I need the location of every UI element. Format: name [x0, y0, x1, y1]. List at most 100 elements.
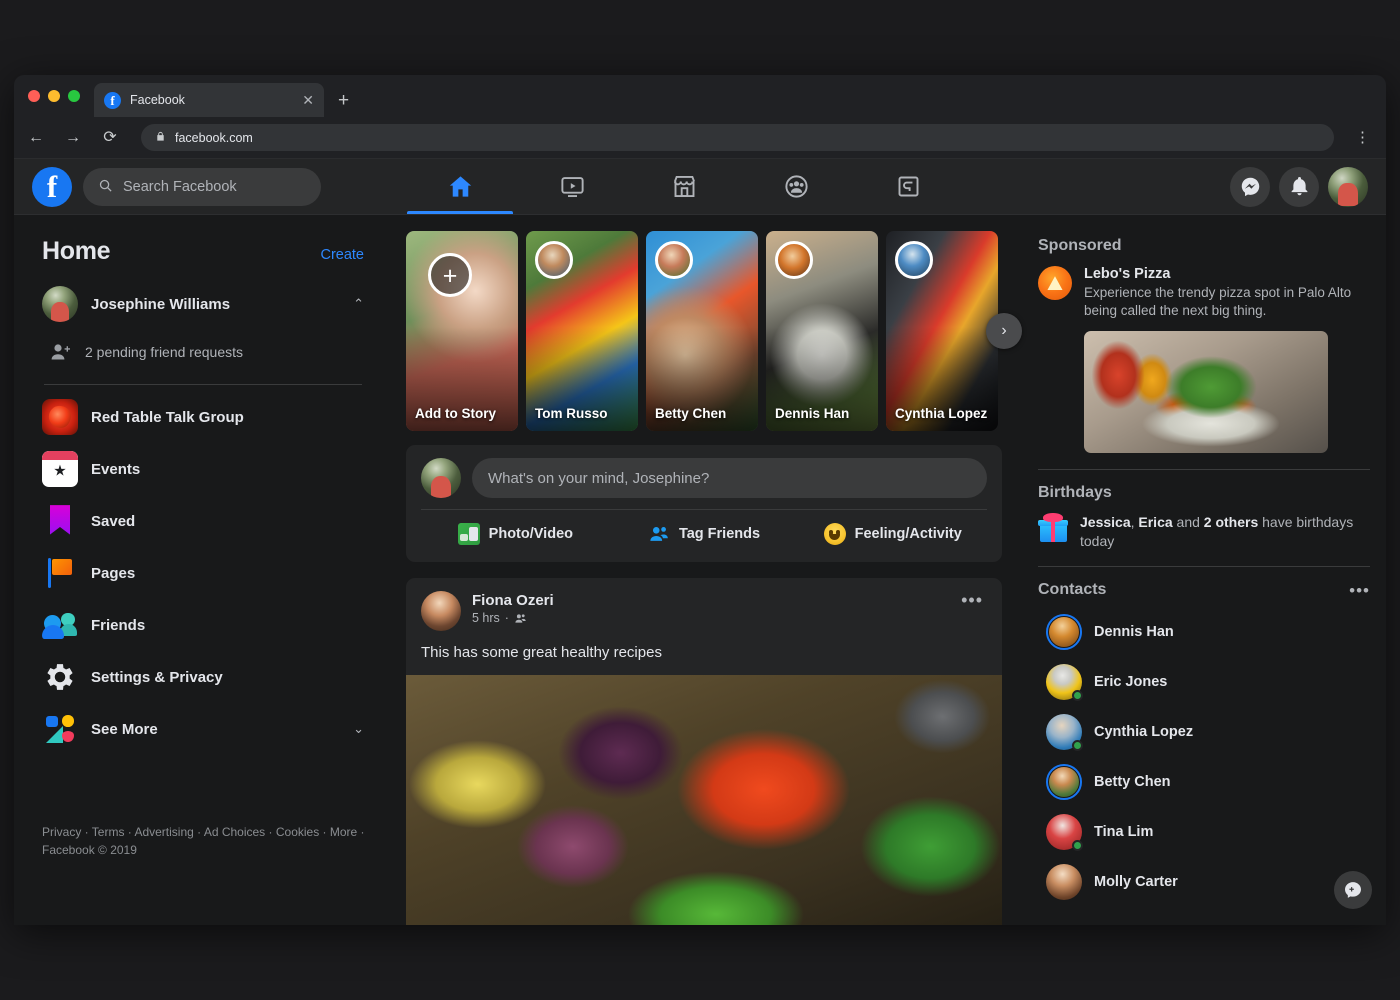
- advertiser-logo-icon: [1038, 266, 1072, 300]
- browser-tab[interactable]: f Facebook ✕: [94, 83, 324, 117]
- feeling-activity-icon: [823, 523, 846, 545]
- post-author-name[interactable]: Fiona Ozeri: [472, 592, 946, 609]
- contact-item-dennis-han[interactable]: Dennis Han: [1038, 607, 1370, 657]
- composer-input[interactable]: What's on your mind, Josephine?: [472, 458, 987, 498]
- sidebar-item-saved[interactable]: Saved: [28, 495, 378, 547]
- avatar[interactable]: [421, 591, 461, 631]
- sidebar-item-label: See More: [91, 720, 158, 738]
- birthday-and: and: [1172, 513, 1204, 530]
- sidebar-item-friend-requests[interactable]: 2 pending friend requests: [28, 330, 378, 374]
- nav-tab-watch[interactable]: [516, 159, 628, 214]
- birthdays-row[interactable]: Jessica, Erica and 2 others have birthda…: [1038, 513, 1370, 551]
- left-sidebar: Home Create Josephine Williams ⌃ 2 pendi…: [14, 215, 406, 925]
- nav-tab-groups[interactable]: [740, 159, 852, 214]
- story-card-betty-chen[interactable]: Betty Chen: [646, 231, 758, 431]
- birthday-others[interactable]: 2 others: [1204, 514, 1258, 530]
- sidebar-item-label: Friends: [91, 616, 146, 634]
- messenger-icon[interactable]: [1230, 166, 1270, 207]
- sidebar-header: Home Create: [28, 237, 378, 266]
- contact-item-eric-jones[interactable]: Eric Jones: [1038, 657, 1370, 707]
- stories-next-arrow-icon[interactable]: ›: [986, 313, 1022, 349]
- nav-tab-marketplace[interactable]: [628, 159, 740, 214]
- story-label: Dennis Han: [775, 406, 850, 422]
- sidebar-item-pages[interactable]: Pages: [28, 547, 378, 599]
- sidebar-item-red-table-talk-group[interactable]: Red Table Talk Group: [28, 391, 378, 443]
- avatar: [1046, 764, 1082, 801]
- story-card-dennis-han[interactable]: Dennis Han: [766, 231, 878, 431]
- sidebar-item-label: Red Table Talk Group: [91, 408, 244, 426]
- sidebar-item-see-more[interactable]: See More ⌄: [28, 703, 378, 755]
- story-card-cynthia-lopez[interactable]: Cynthia Lopez: [886, 231, 998, 431]
- minimize-window-button[interactable]: [48, 90, 60, 102]
- photo-video-button[interactable]: Photo/Video: [421, 514, 610, 554]
- feeling-activity-button[interactable]: Feeling/Activity: [798, 514, 987, 554]
- ad-image[interactable]: [1084, 330, 1328, 453]
- new-message-icon[interactable]: [1334, 871, 1372, 909]
- avatar: [42, 286, 78, 322]
- contact-name: Tina Lim: [1094, 824, 1154, 841]
- nav-tab-home[interactable]: [404, 159, 516, 214]
- sidebar-item-events[interactable]: ★ Events: [28, 443, 378, 495]
- notifications-bell-icon[interactable]: [1279, 166, 1319, 207]
- online-status-dot: [1072, 740, 1083, 752]
- add-story-plus-icon[interactable]: +: [428, 253, 472, 297]
- address-bar[interactable]: facebook.com: [141, 124, 1334, 151]
- post-body-text: This has some great healthy recipes: [421, 644, 662, 661]
- footer-links-text[interactable]: Privacy · Terms · Advertising · Ad Choic…: [42, 825, 365, 857]
- composer-placeholder: What's on your mind, Josephine?: [488, 469, 710, 487]
- sponsored-ad[interactable]: Lebo's Pizza Experience the trendy pizza…: [1038, 266, 1370, 320]
- birthday-name-2[interactable]: Erica: [1138, 514, 1172, 530]
- post-options-menu[interactable]: •••: [957, 591, 987, 609]
- forward-button[interactable]: →: [63, 129, 83, 146]
- feed-post: Fiona Ozeri 5 hrs · ••• This has some gr…: [406, 578, 1002, 925]
- facebook-main-nav: [404, 159, 964, 214]
- sidebar-item-settings-privacy[interactable]: Settings & Privacy: [28, 651, 378, 703]
- maximize-window-button[interactable]: [68, 90, 80, 102]
- story-card-tom-russo[interactable]: Tom Russo: [526, 231, 638, 431]
- back-button[interactable]: ←: [26, 129, 46, 146]
- search-input[interactable]: Search Facebook: [83, 167, 321, 206]
- new-tab-button[interactable]: +: [338, 91, 349, 110]
- chevron-up-icon[interactable]: ⌃: [353, 296, 364, 312]
- tag-friends-button[interactable]: Tag Friends: [610, 514, 799, 554]
- birthday-name-1[interactable]: Jessica: [1080, 514, 1131, 530]
- contact-item-betty-chen[interactable]: Betty Chen: [1038, 757, 1370, 807]
- gear-icon: [42, 659, 78, 695]
- facebook-top-bar-right: [1230, 159, 1368, 214]
- online-status-dot: [1072, 840, 1083, 852]
- contact-name: Eric Jones: [1094, 674, 1168, 691]
- contact-name: Betty Chen: [1094, 774, 1171, 791]
- avatar: [1046, 864, 1082, 901]
- chevron-down-icon[interactable]: ⌄: [353, 721, 364, 737]
- create-link[interactable]: Create: [320, 247, 364, 263]
- composer-actions: Photo/Video Tag Friends Feeling/Activity: [421, 514, 987, 554]
- reload-button[interactable]: ⟳: [100, 129, 120, 146]
- profile-avatar[interactable]: [1328, 166, 1368, 207]
- nav-tab-gaming[interactable]: [852, 159, 964, 214]
- sidebar-item-label: Pages: [91, 564, 136, 582]
- post-audience-friends-icon[interactable]: [514, 612, 527, 625]
- post-separator: ·: [504, 611, 509, 625]
- browser-menu-button[interactable]: ⋮: [1351, 130, 1374, 145]
- contacts-options-menu[interactable]: •••: [1349, 582, 1370, 599]
- facebook-logo-icon[interactable]: f: [32, 166, 72, 207]
- close-window-button[interactable]: [28, 90, 40, 102]
- post-image[interactable]: [406, 675, 1002, 925]
- sidebar-item-friends[interactable]: Friends: [28, 599, 378, 651]
- friends-icon: [42, 607, 78, 643]
- close-tab-icon[interactable]: ✕: [302, 93, 314, 107]
- contact-item-molly-carter[interactable]: Molly Carter: [1038, 857, 1370, 907]
- sidebar-divider: [44, 384, 362, 385]
- story-label: Cynthia Lopez: [895, 406, 988, 422]
- composer-action-label: Feeling/Activity: [854, 526, 962, 542]
- contact-item-cynthia-lopez[interactable]: Cynthia Lopez: [1038, 707, 1370, 757]
- ad-title[interactable]: Lebo's Pizza: [1084, 266, 1370, 282]
- sidebar-item-profile[interactable]: Josephine Williams ⌃: [28, 278, 378, 330]
- contacts-header: Contacts •••: [1038, 581, 1370, 599]
- story-author-avatar: [895, 241, 933, 279]
- gift-icon: [1038, 513, 1068, 543]
- right-sidebar: Sponsored Lebo's Pizza Experience the tr…: [1020, 215, 1386, 925]
- story-card-add-to-story[interactable]: + Add to Story: [406, 231, 518, 431]
- avatar: [1046, 714, 1083, 752]
- contact-item-tina-lim[interactable]: Tina Lim: [1038, 807, 1370, 857]
